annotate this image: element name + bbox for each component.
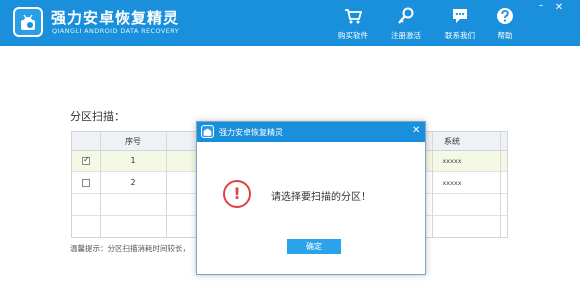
column-divider bbox=[432, 132, 433, 237]
key-icon bbox=[398, 7, 414, 24]
row-checkbox[interactable] bbox=[82, 179, 90, 187]
row-number: 1 bbox=[130, 156, 136, 165]
dialog-close-button[interactable]: ✕ bbox=[412, 125, 420, 137]
dialog-app-icon bbox=[201, 125, 214, 138]
column-divider bbox=[500, 132, 501, 237]
ok-button[interactable]: 确定 bbox=[287, 239, 341, 254]
dialog-title-bar: 强力安卓恢复精灵 ✕ bbox=[197, 122, 425, 142]
column-divider bbox=[166, 132, 167, 237]
buy-software-button[interactable]: 购买软件 bbox=[332, 6, 374, 44]
column-header-system: 系统 bbox=[444, 137, 460, 146]
cart-icon bbox=[345, 9, 362, 24]
app-title: 强力安卓恢复精灵 bbox=[51, 9, 180, 27]
contact-us-button[interactable]: 联系我们 bbox=[439, 6, 481, 44]
row-checkbox[interactable] bbox=[82, 155, 90, 165]
minimize-button[interactable]: – bbox=[535, 1, 547, 11]
column-divider bbox=[100, 132, 101, 237]
app-logo-icon bbox=[13, 7, 43, 37]
chat-icon bbox=[453, 9, 467, 23]
dialog-title: 强力安卓恢复精灵 bbox=[219, 128, 283, 137]
help-label: 帮助 bbox=[497, 31, 513, 40]
row-system: xxxxx bbox=[442, 157, 462, 165]
title-bar: 强力安卓恢复精灵 QIANGLI ANDROID DATA RECOVERY 购… bbox=[0, 0, 580, 46]
row-system: xxxxx bbox=[442, 179, 462, 187]
register-activate-button[interactable]: 注册激活 bbox=[385, 6, 427, 44]
column-header-num: 序号 bbox=[125, 137, 141, 146]
help-button[interactable]: 帮助 bbox=[484, 6, 526, 44]
row-number: 2 bbox=[130, 178, 136, 187]
app-subtitle: QIANGLI ANDROID DATA RECOVERY bbox=[52, 27, 180, 35]
warning-glyph: ! bbox=[233, 184, 241, 203]
close-window-button[interactable]: ✕ bbox=[553, 3, 565, 13]
contact-us-label: 联系我们 bbox=[445, 31, 475, 40]
register-activate-label: 注册激活 bbox=[391, 31, 421, 40]
buy-software-label: 购买软件 bbox=[338, 31, 368, 40]
dialog-message: 请选择要扫描的分区！ bbox=[271, 192, 371, 203]
warning-icon: ! bbox=[223, 180, 251, 208]
tip-text: 温馨提示：分区扫描消耗时间较长， bbox=[70, 244, 190, 253]
alert-dialog: 强力安卓恢复精灵 ✕ ! 请选择要扫描的分区！ 确定 bbox=[196, 121, 426, 275]
partition-scan-label: 分区扫描： bbox=[70, 110, 125, 123]
help-icon bbox=[497, 8, 513, 24]
